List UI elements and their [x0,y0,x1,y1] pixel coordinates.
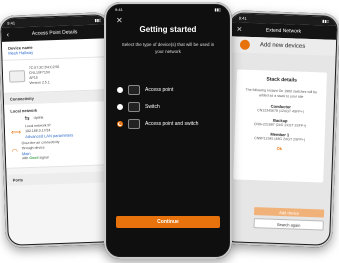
option-switch[interactable]: Switch [117,102,160,112]
device-info-row: 7C:57:3C:D4:C2:56 CNL10F715V AP15 Versio… [8,63,104,86]
add-devices-header: Add new devices [229,36,337,56]
uplink-label: Uplink [33,115,44,120]
over-air-row: ◠ Over-the-air connectivity through devi… [11,138,106,161]
ok-button[interactable]: Ok [234,144,324,152]
version: Version 2.5.1 [29,80,50,85]
option-access-point[interactable]: Access point [117,85,173,95]
option-label: Access point and switch [145,121,199,127]
page-title: Extend Network [265,27,302,35]
switch-icon [128,102,140,112]
continue-button[interactable]: Continue [116,216,220,228]
option-label: Access point [145,87,174,93]
device-info-section: 7C:57:3C:D4:C2:56 CNL10F715V AP15 Versio… [2,57,110,94]
page-title: Getting started [139,25,197,34]
subtitle: Select the type of device(s) that will b… [121,42,215,54]
uplink-row: ⇆ Uplink [24,112,104,123]
status-time: 9:41 [115,7,123,12]
add-device-icon [239,39,251,50]
option-label: Switch [145,104,160,110]
phone-access-point-details: 9:41 ▮▮▯ ‹ Access Point Details Device n… [0,12,119,248]
access-point-switch-icon [128,119,140,129]
page-title: Access Point Details [31,29,78,37]
local-ip-row: ⟺ Local network IP 192.168.0.17/24 Advan… [11,121,105,139]
close-icon[interactable]: ✕ [236,25,242,33]
back-arrow-icon[interactable]: ‹ [7,31,10,38]
ports-header: Ports [6,171,113,186]
over-air-info: Over-the-air connectivity through device… [21,140,60,161]
signal-quality: Good [29,155,39,161]
phone-getting-started: 9:41 ▮▮▯ ✕ Getting started Select the ty… [104,2,232,259]
over-air-signal: with Good signal [22,155,60,161]
status-time: 9:41 [238,15,247,21]
right-screen: 9:41 ▮▮▯ ✕ Extend Network Add new device… [223,13,337,245]
phone-extend-network: 9:41 ▮▮▯ ✕ Extend Network Add new device… [219,10,339,248]
left-screen: 9:41 ▮▮▯ ‹ Access Point Details Device n… [1,15,115,245]
center-screen: 9:41 ▮▮▯ ✕ Getting started Select the ty… [107,5,229,256]
advanced-lan-link[interactable]: Advanced LAN parameters [25,132,73,139]
option-access-point-and-switch[interactable]: Access point and switch [117,119,198,129]
device-info: 7C:57:3C:D4:C2:56 CNL10F715V AP15 Versio… [29,65,60,86]
card-title: Stack details [266,76,298,84]
radio-button[interactable] [117,104,123,110]
radio-button[interactable] [117,87,123,93]
access-point-icon [128,85,140,95]
card-text: The following Instant On 1960 switches w… [245,87,318,99]
wifi-icon: ◠ [11,148,18,156]
status-bar: 9:41 ▮▮▯ [107,5,229,14]
battery-icon: ▮▮▯ [94,17,102,23]
battery-icon: ▮▮▯ [322,18,329,24]
stack-details-card: Stack details The following Instant On 1… [233,69,327,183]
ethernet-icon: ⇆ [24,115,30,123]
signal-pre: with [22,156,29,161]
local-ip-info: Local network IP 192.168.0.17/24 Advance… [25,122,74,139]
search-again-button[interactable]: Search again [253,218,324,231]
battery-icon: ▮▮▯ [214,7,221,12]
close-icon[interactable]: ✕ [116,16,123,25]
access-point-icon [8,70,26,83]
header-title: Add new devices [259,42,306,50]
add-device-button[interactable]: Add device [253,207,325,218]
radio-button-selected[interactable] [117,121,123,127]
status-time: 9:41 [7,20,16,26]
signal-post: signal [39,155,49,160]
connectivity-section: Local network ⇆ Uplink ⟺ Local network I… [4,101,113,169]
network-icon: ⟺ [10,128,22,137]
